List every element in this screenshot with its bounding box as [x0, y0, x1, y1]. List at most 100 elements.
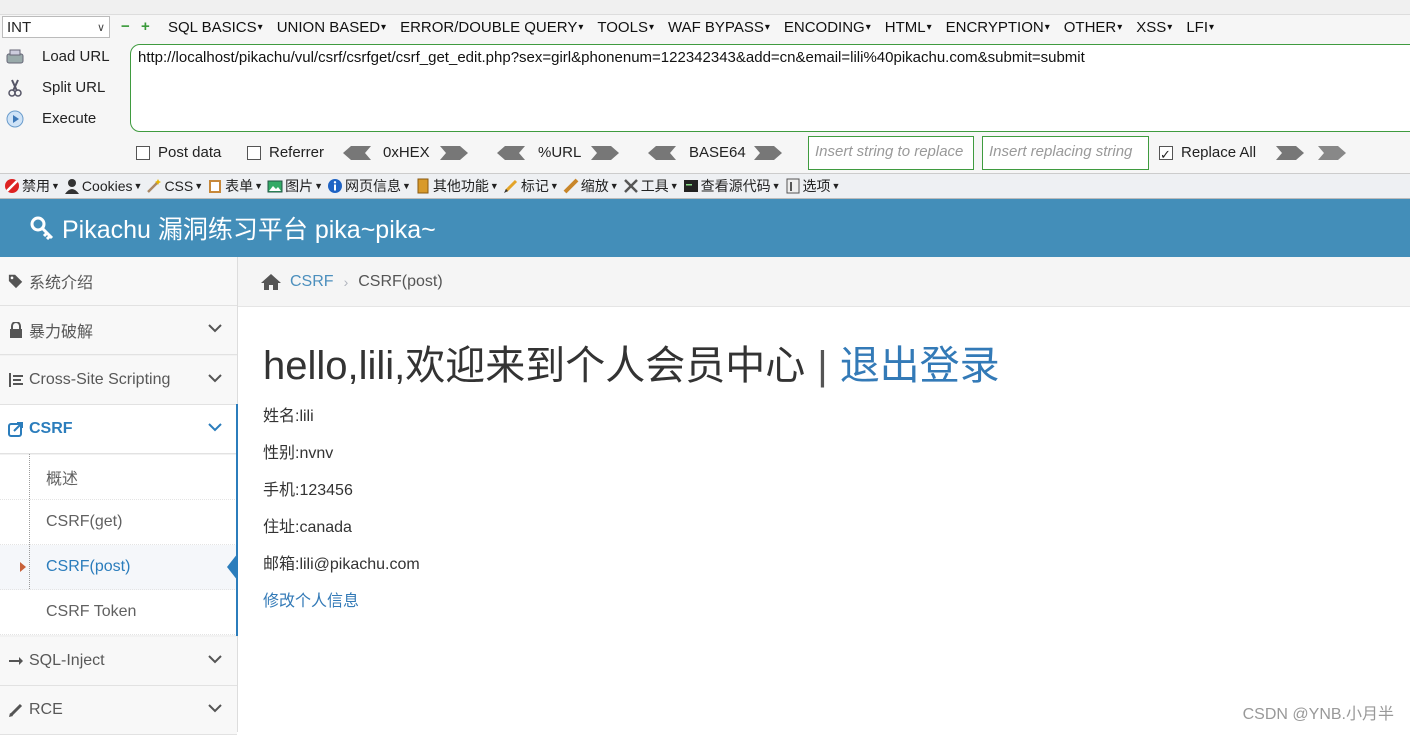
css-menu[interactable]: CSS ▼ — [146, 178, 203, 194]
sidebar-subitem-overview[interactable]: 概述 — [0, 455, 237, 500]
misc-menu[interactable]: 其他功能 ▼ — [415, 176, 499, 196]
profile-name: 姓名:lili — [263, 408, 314, 425]
tools-label: 工具 — [640, 178, 669, 194]
share-square-icon — [8, 421, 24, 437]
minus-icon[interactable]: − — [121, 16, 130, 38]
url-encode-arrow-icon[interactable] — [591, 146, 619, 160]
welcome-text: hello,lili,欢迎来到个人会员中心 — [263, 344, 806, 388]
split-url-button[interactable]: Split URL — [6, 75, 105, 101]
menu-waf-bypass[interactable]: WAF BYPASS — [668, 16, 770, 40]
terminal-icon — [683, 178, 699, 194]
cookies-label: Cookies — [81, 178, 133, 194]
submenu-tree-line — [29, 454, 30, 589]
tags-icon — [8, 273, 24, 289]
sidebar-item-sql-inject[interactable]: SQL-Inject — [0, 637, 237, 686]
replace-string-input[interactable]: Insert string to replace — [808, 136, 974, 170]
site-header: Pikachu 漏洞练习平台 pika~pika~ — [0, 199, 1410, 257]
breadcrumb-link-csrf[interactable]: CSRF — [290, 273, 334, 291]
outline-label: 标记 — [520, 178, 549, 194]
menu-error-double-query[interactable]: ERROR/DOUBLE QUERY — [400, 16, 583, 40]
referrer-checkbox[interactable]: Referrer — [247, 142, 324, 164]
sidebar-subitem-label: CSRF(post) — [46, 558, 131, 575]
sidebar-subitem-csrf-get[interactable]: CSRF(get) — [0, 500, 237, 545]
replace-arrow-icon[interactable] — [1276, 146, 1304, 160]
menu-union-based[interactable]: UNION BASED — [277, 16, 386, 40]
replacing-string-input[interactable]: Insert replacing string — [982, 136, 1149, 170]
sidebar-subitem-label: CSRF(get) — [46, 513, 123, 530]
menu-html[interactable]: HTML — [885, 16, 932, 40]
plus-icon[interactable]: + — [141, 16, 150, 38]
checkbox-box — [247, 146, 261, 160]
options-menu[interactable]: 选项 ▼ — [785, 176, 840, 196]
load-url-icon — [6, 48, 24, 66]
sidebar-subitem-csrf-token[interactable]: CSRF Token — [0, 590, 237, 635]
resize-menu[interactable]: 缩放 ▼ — [563, 176, 619, 196]
injection-type-select[interactable]: INT ∨ — [2, 16, 110, 38]
replace-all-checkbox[interactable]: Replace All — [1159, 142, 1256, 166]
cookies-menu[interactable]: Cookies ▼ — [64, 178, 142, 194]
menu-other[interactable]: OTHER — [1064, 16, 1123, 40]
execute-button[interactable]: Execute — [6, 106, 96, 132]
post-data-checkbox[interactable]: Post data — [136, 142, 221, 164]
plane-icon — [8, 653, 24, 669]
disable-menu[interactable]: 禁用 ▼ — [4, 176, 60, 196]
sidebar-item-xss[interactable]: Cross-Site Scripting — [0, 356, 237, 405]
breadcrumb: CSRF › CSRF(post) — [238, 257, 1410, 307]
execute-label: Execute — [42, 110, 97, 127]
images-label: 图片 — [285, 178, 314, 194]
page-info-label: 网页信息 — [345, 178, 401, 194]
sidebar-subitem-csrf-post[interactable]: CSRF(post) — [0, 545, 238, 590]
sidebar-item-label: CSRF — [29, 420, 73, 437]
hex-encode-arrow-icon[interactable] — [440, 146, 468, 160]
forms-menu[interactable]: 表单 ▼ — [207, 176, 263, 196]
images-menu[interactable]: 图片 ▼ — [267, 176, 323, 196]
tools-menu[interactable]: 工具 ▼ — [623, 176, 679, 196]
outline-menu[interactable]: 标记 ▼ — [503, 176, 559, 196]
base64-decode-arrow-icon[interactable] — [648, 146, 676, 160]
lock-icon — [8, 322, 24, 338]
sidebar-item-label: SQL-Inject — [29, 652, 105, 669]
hex-decode-arrow-icon[interactable] — [343, 146, 371, 160]
clipboard-icon — [207, 178, 223, 194]
load-url-label: Load URL — [42, 48, 110, 65]
breadcrumb-current: CSRF(post) — [358, 272, 443, 290]
sidebar-subitem-label: CSRF Token — [46, 603, 137, 620]
sidebar-item-intro[interactable]: 系统介绍 — [0, 257, 237, 306]
base64-encode-arrow-icon[interactable] — [754, 146, 782, 160]
edit-profile-link[interactable]: 修改个人信息 — [263, 587, 359, 611]
menu-tools[interactable]: TOOLS — [597, 16, 654, 40]
browser-top-strip — [0, 0, 1410, 15]
menu-encryption[interactable]: ENCRYPTION — [946, 16, 1050, 40]
sidebar-item-rce[interactable]: RCE — [0, 686, 237, 735]
chevron-down-icon — [208, 655, 222, 664]
split-url-label: Split URL — [42, 79, 106, 96]
main-content: hello,lili,欢迎来到个人会员中心 | 退出登录 姓名:lili 性别:nv… — [263, 340, 1000, 610]
sidebar-item-csrf[interactable]: CSRF — [0, 405, 237, 454]
image-icon — [267, 178, 283, 194]
home-icon[interactable] — [260, 273, 282, 291]
chevron-down-icon — [208, 423, 222, 432]
key-icon — [30, 216, 54, 240]
tools-icon — [623, 178, 639, 194]
user-icon — [64, 178, 80, 194]
logout-link[interactable]: 退出登录 — [840, 344, 1000, 388]
hackbar-menu: SQL BASICS UNION BASED ERROR/DOUBLE QUER… — [168, 16, 1228, 40]
load-url-button[interactable]: Load URL — [6, 44, 110, 70]
welcome-heading: hello,lili,欢迎来到个人会员中心 | 退出登录 — [263, 340, 1000, 392]
menu-encoding[interactable]: ENCODING — [784, 16, 871, 40]
url-textarea[interactable]: http://localhost/pikachu/vul/csrf/csrfge… — [130, 44, 1410, 132]
pencil-icon — [503, 178, 519, 194]
menu-xss[interactable]: XSS — [1136, 16, 1172, 40]
misc-label: 其他功能 — [432, 178, 489, 194]
referrer-label: Referrer — [269, 144, 325, 161]
menu-sql-basics[interactable]: SQL BASICS — [168, 16, 263, 40]
view-source-menu[interactable]: 查看源代码 ▼ — [683, 176, 781, 196]
sidebar-item-bruteforce[interactable]: 暴力破解 — [0, 306, 237, 355]
menu-lfi[interactable]: LFI — [1186, 16, 1214, 40]
site-brand[interactable]: Pikachu 漏洞练习平台 pika~pika~ — [30, 210, 436, 246]
replace-back-arrow-icon[interactable] — [1318, 146, 1346, 160]
disable-label: 禁用 — [22, 178, 50, 194]
page-info-menu[interactable]: 网页信息 ▼ — [327, 176, 411, 196]
url-decode-arrow-icon[interactable] — [497, 146, 525, 160]
execute-icon — [6, 110, 24, 128]
